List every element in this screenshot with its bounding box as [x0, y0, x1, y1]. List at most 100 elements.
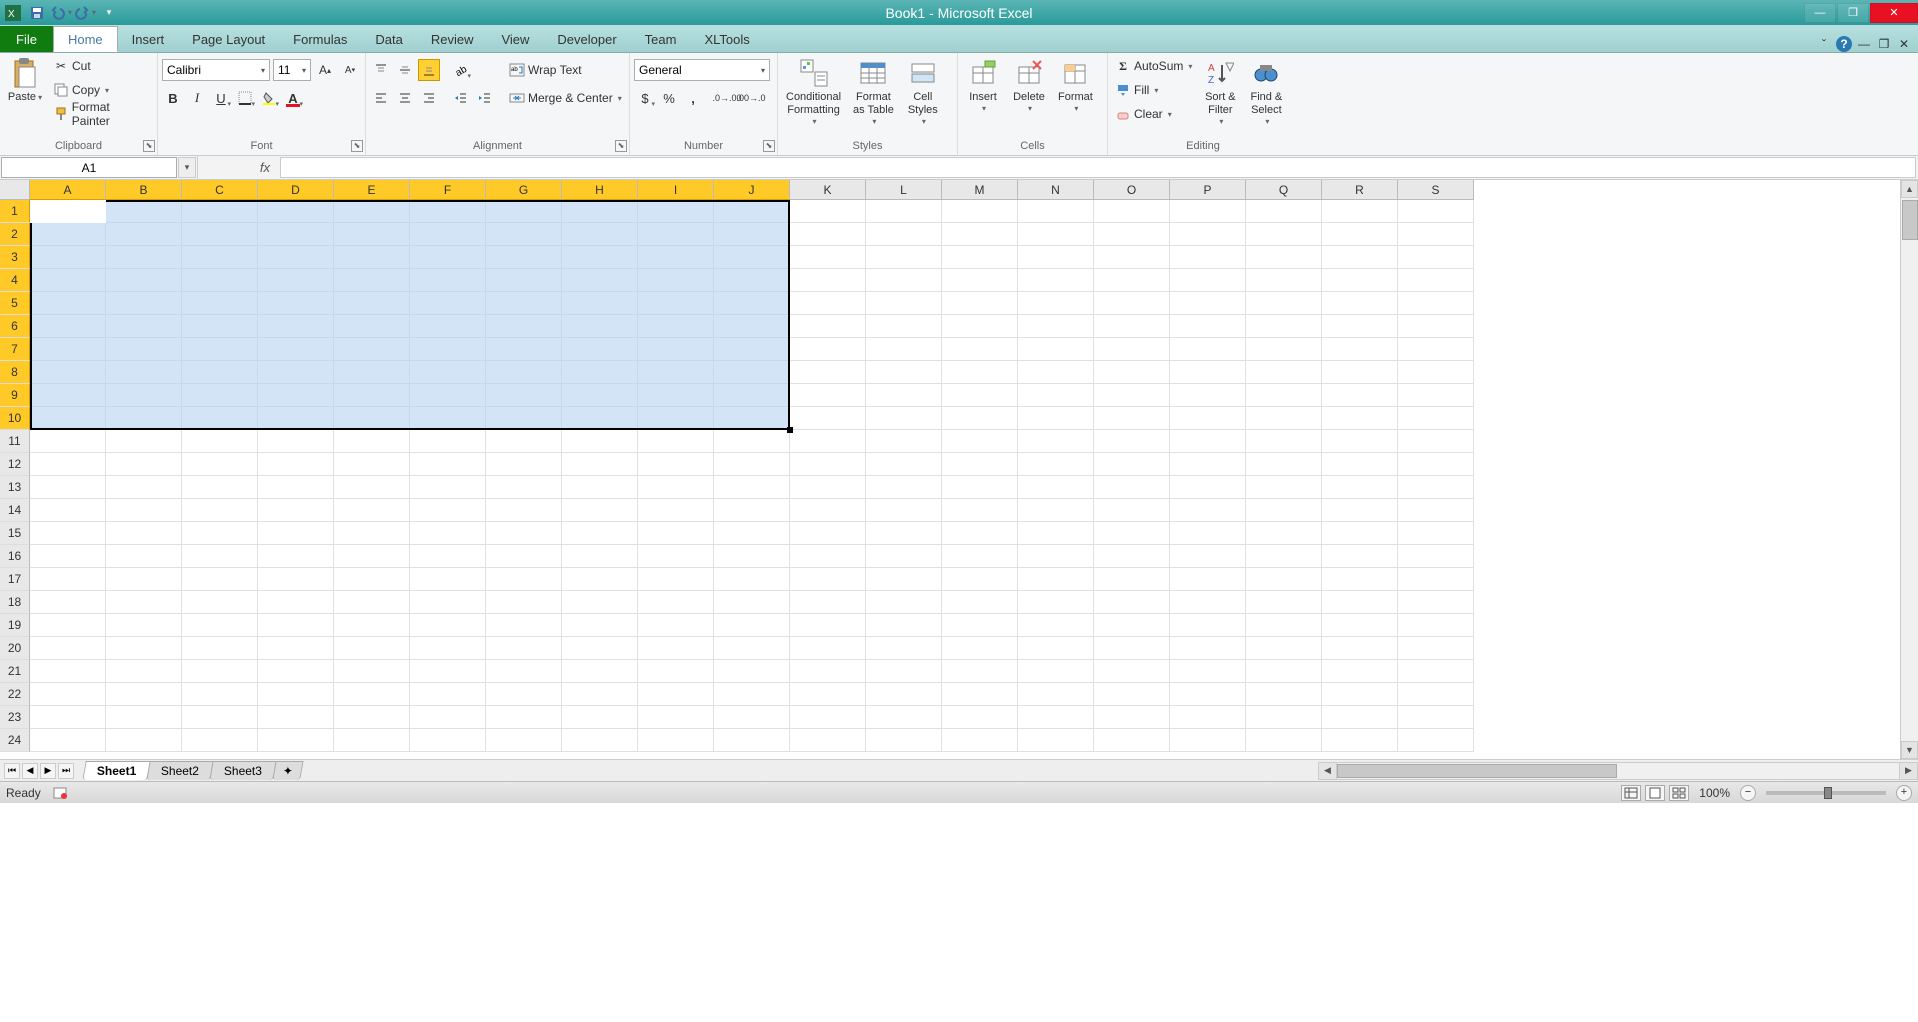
- cell[interactable]: [562, 453, 638, 476]
- column-header[interactable]: J: [714, 180, 790, 200]
- zoom-slider[interactable]: [1766, 791, 1886, 795]
- cell[interactable]: [866, 315, 942, 338]
- cell[interactable]: [486, 660, 562, 683]
- underline-button[interactable]: U: [210, 87, 232, 109]
- cell[interactable]: [714, 660, 790, 683]
- name-box-dropdown[interactable]: ▾: [178, 157, 196, 178]
- cell[interactable]: [1018, 384, 1094, 407]
- cell[interactable]: [942, 361, 1018, 384]
- cell[interactable]: [182, 614, 258, 637]
- column-header[interactable]: O: [1094, 180, 1170, 200]
- close-button[interactable]: ✕: [1870, 3, 1918, 23]
- number-format-combo[interactable]: General▾: [634, 59, 770, 81]
- cell[interactable]: [866, 706, 942, 729]
- align-center-icon[interactable]: [394, 87, 416, 109]
- cell[interactable]: [790, 729, 866, 752]
- cell[interactable]: [1398, 453, 1474, 476]
- cell[interactable]: [790, 453, 866, 476]
- cell[interactable]: [258, 200, 334, 223]
- cell[interactable]: [714, 200, 790, 223]
- tab-page-layout[interactable]: Page Layout: [178, 26, 279, 52]
- cell[interactable]: [486, 269, 562, 292]
- italic-button[interactable]: I: [186, 87, 208, 109]
- cell[interactable]: [106, 384, 182, 407]
- cell[interactable]: [334, 545, 410, 568]
- cell[interactable]: [1170, 338, 1246, 361]
- row-header[interactable]: 16: [0, 545, 30, 568]
- cell[interactable]: [334, 269, 410, 292]
- cell[interactable]: [790, 476, 866, 499]
- cell[interactable]: [866, 453, 942, 476]
- cell[interactable]: [334, 338, 410, 361]
- cell[interactable]: [1246, 683, 1322, 706]
- tab-xltools[interactable]: XLTools: [690, 26, 763, 52]
- row-header[interactable]: 1: [0, 200, 30, 223]
- cell[interactable]: [182, 430, 258, 453]
- cell[interactable]: [790, 361, 866, 384]
- row-header[interactable]: 13: [0, 476, 30, 499]
- cell[interactable]: [1018, 200, 1094, 223]
- cell[interactable]: [334, 315, 410, 338]
- cell[interactable]: [258, 683, 334, 706]
- autosum-button[interactable]: ΣAutoSum: [1112, 55, 1195, 77]
- scroll-right-icon[interactable]: ▶: [1899, 763, 1917, 779]
- cell[interactable]: [182, 338, 258, 361]
- column-header[interactable]: H: [562, 180, 638, 200]
- cell[interactable]: [486, 453, 562, 476]
- cell[interactable]: [334, 292, 410, 315]
- fill-handle[interactable]: [787, 427, 793, 433]
- cell[interactable]: [1322, 660, 1398, 683]
- cell[interactable]: [790, 614, 866, 637]
- font-name-combo[interactable]: Calibri▾: [162, 59, 270, 81]
- zoom-slider-knob[interactable]: [1824, 787, 1832, 799]
- cell[interactable]: [942, 660, 1018, 683]
- cell[interactable]: [714, 568, 790, 591]
- align-left-icon[interactable]: [370, 87, 392, 109]
- cell[interactable]: [1246, 200, 1322, 223]
- cell[interactable]: [258, 292, 334, 315]
- cell[interactable]: [486, 637, 562, 660]
- cell[interactable]: [30, 683, 106, 706]
- cell[interactable]: [182, 591, 258, 614]
- cell[interactable]: [106, 315, 182, 338]
- cell[interactable]: [1322, 407, 1398, 430]
- cell[interactable]: [1246, 269, 1322, 292]
- cell[interactable]: [1094, 729, 1170, 752]
- row-header[interactable]: 3: [0, 246, 30, 269]
- cell[interactable]: [334, 660, 410, 683]
- tab-review[interactable]: Review: [417, 26, 488, 52]
- zoom-level[interactable]: 100%: [1699, 786, 1730, 800]
- delete-cells-button[interactable]: Delete: [1008, 55, 1050, 115]
- cell[interactable]: [1170, 614, 1246, 637]
- cell[interactable]: [1170, 430, 1246, 453]
- cell[interactable]: [1094, 315, 1170, 338]
- column-header[interactable]: K: [790, 180, 866, 200]
- cell[interactable]: [1018, 637, 1094, 660]
- row-header[interactable]: 9: [0, 384, 30, 407]
- zoom-out-button[interactable]: −: [1740, 785, 1756, 801]
- cell[interactable]: [1018, 729, 1094, 752]
- cell[interactable]: [410, 269, 486, 292]
- cell[interactable]: [1018, 522, 1094, 545]
- cell[interactable]: [638, 407, 714, 430]
- column-header[interactable]: D: [258, 180, 334, 200]
- cell[interactable]: [1018, 683, 1094, 706]
- cell[interactable]: [1322, 545, 1398, 568]
- cell[interactable]: [106, 591, 182, 614]
- tab-data[interactable]: Data: [361, 26, 416, 52]
- cell[interactable]: [1398, 522, 1474, 545]
- zoom-in-button[interactable]: +: [1896, 785, 1912, 801]
- cell[interactable]: [334, 522, 410, 545]
- cell[interactable]: [1018, 568, 1094, 591]
- cell[interactable]: [334, 407, 410, 430]
- cell[interactable]: [30, 223, 106, 246]
- cell[interactable]: [106, 453, 182, 476]
- cell[interactable]: [1018, 246, 1094, 269]
- cell[interactable]: [1322, 476, 1398, 499]
- cell-styles-button[interactable]: Cell Styles: [902, 55, 944, 128]
- minimize-ribbon-icon[interactable]: ˇ: [1816, 36, 1832, 52]
- cell[interactable]: [258, 223, 334, 246]
- cell[interactable]: [182, 453, 258, 476]
- window-restore-icon[interactable]: ❐: [1876, 36, 1892, 52]
- cell[interactable]: [410, 361, 486, 384]
